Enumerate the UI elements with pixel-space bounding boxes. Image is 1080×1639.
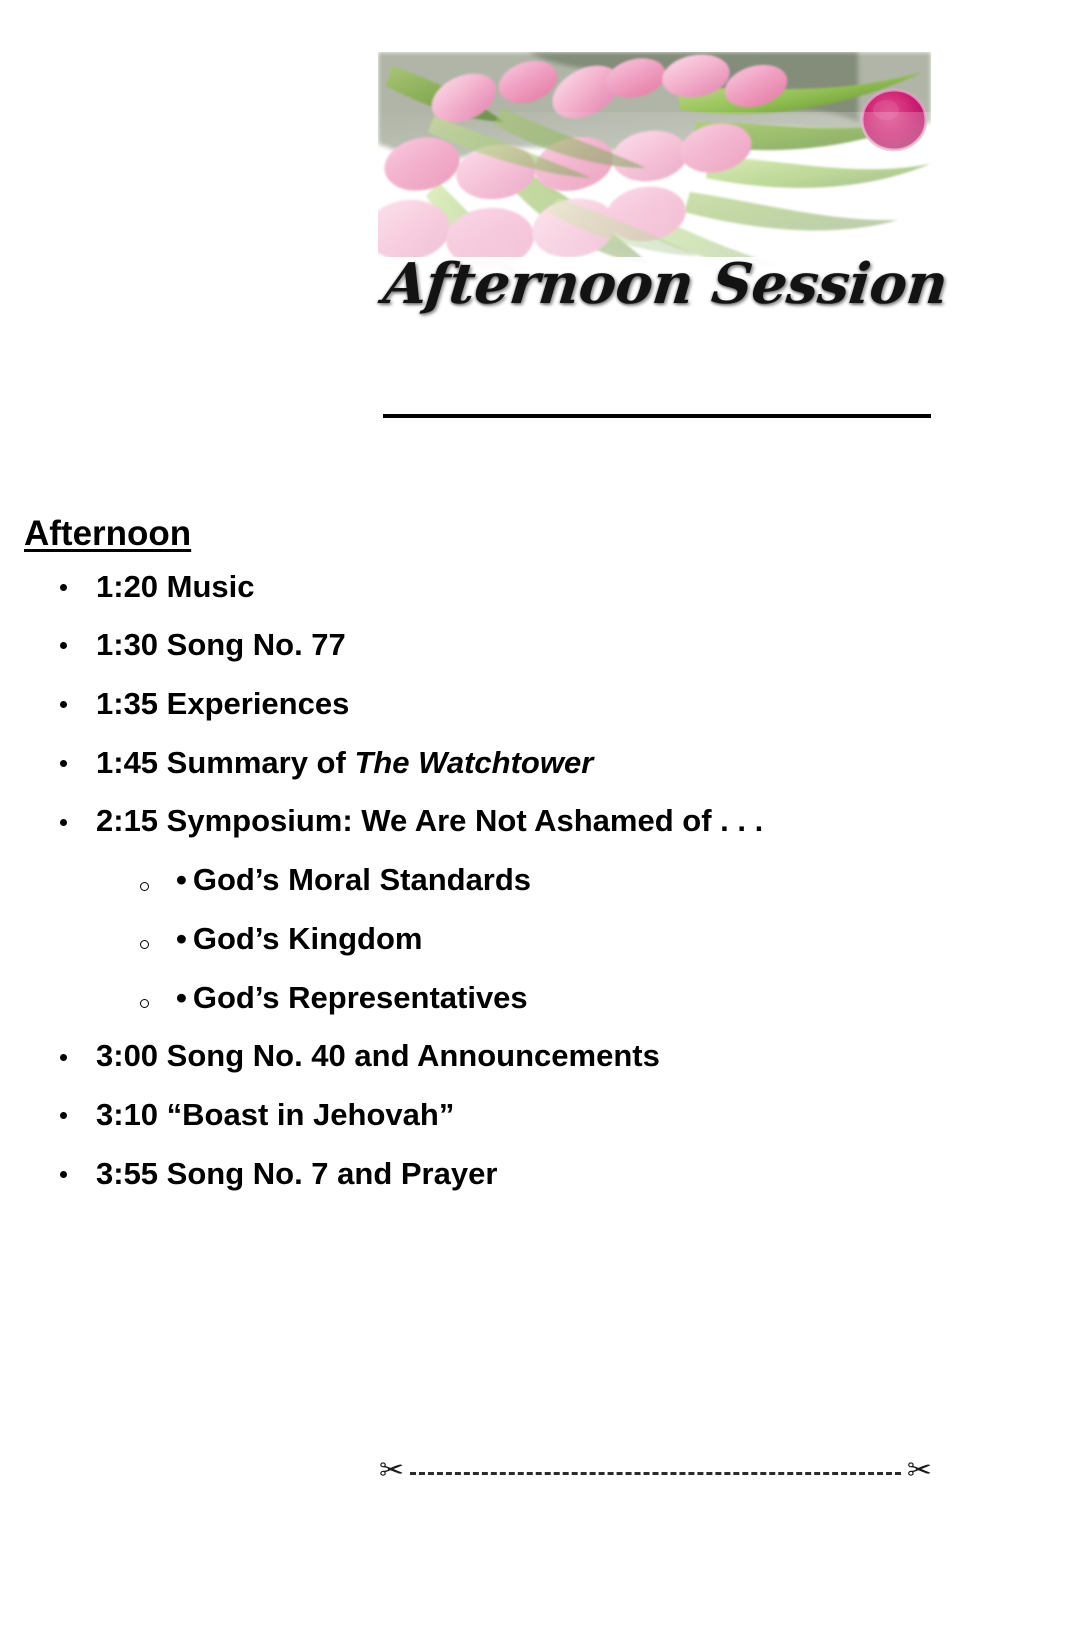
schedule-item: 3:00 Song No. 40 and Announcements bbox=[0, 1038, 1080, 1074]
bullet-dot-icon bbox=[60, 1170, 67, 1178]
schedule-item: 1:30 Song No. 77 bbox=[0, 627, 1080, 663]
scissors-icon: ✂ bbox=[379, 1453, 405, 1488]
symposium-sublist: • God’s Moral Standards • God’s Kingdom • G… bbox=[96, 862, 1080, 1016]
schedule-item: 1:20 Music bbox=[0, 568, 1080, 605]
bullet-dot-icon bbox=[60, 1053, 67, 1061]
bullet-dot-icon bbox=[60, 583, 67, 591]
publication-title: The Watchtower bbox=[354, 744, 594, 780]
schedule-item-label: 1:35 Experiences bbox=[96, 685, 350, 721]
bullet-circle-icon bbox=[140, 999, 149, 1009]
inner-bullet-icon: • bbox=[176, 920, 187, 956]
schedule-item-label: 1:20 Music bbox=[96, 568, 255, 604]
section-heading-afternoon: Afternoon bbox=[24, 514, 192, 553]
dashed-cut-rule bbox=[410, 1471, 901, 1475]
symposium-part: • God’s Moral Standards bbox=[96, 862, 1080, 898]
session-title: Afternoon Session bbox=[380, 251, 951, 317]
schedule-section: Afternoon 1:20 Music 1:30 Song No. 77 1:… bbox=[0, 514, 1080, 1215]
header-divider-rule bbox=[383, 414, 931, 418]
symposium-part: • God’s Representatives bbox=[96, 979, 1080, 1016]
schedule-item-label: 3:10 “Boast in Jehovah” bbox=[96, 1096, 455, 1132]
inner-bullet-icon: • bbox=[176, 979, 187, 1015]
bullet-dot-icon bbox=[60, 759, 67, 767]
schedule-item: 1:45 Summary of The Watchtower bbox=[0, 744, 1080, 781]
symposium-part-label: God’s Kingdom bbox=[192, 920, 423, 956]
symposium-part-label: God’s Representatives bbox=[192, 979, 528, 1015]
schedule-item-label: 1:30 Song No. 77 bbox=[96, 627, 346, 663]
schedule-list: 1:20 Music 1:30 Song No. 77 1:35 Experie… bbox=[0, 568, 1080, 1192]
header-banner: Afternoon Session bbox=[378, 52, 951, 367]
schedule-item-label: 3:00 Song No. 40 and Announcements bbox=[96, 1038, 660, 1074]
schedule-item-label: 3:55 Song No. 7 and Prayer bbox=[96, 1155, 498, 1191]
bullet-circle-icon bbox=[140, 940, 149, 950]
cut-here-footer: ✂ ✂ bbox=[379, 1448, 932, 1494]
scissors-icon: ✂ bbox=[906, 1453, 932, 1488]
schedule-item-label: 1:45 Summary of bbox=[96, 744, 355, 780]
schedule-item-symposium: 2:15 Symposium: We Are Not Ashamed of . … bbox=[0, 804, 1080, 1015]
symposium-part-label: God’s Moral Standards bbox=[192, 862, 532, 898]
schedule-item: 3:55 Song No. 7 and Prayer bbox=[0, 1155, 1080, 1192]
schedule-item: 1:35 Experiences bbox=[0, 685, 1080, 722]
bullet-dot-icon bbox=[60, 642, 67, 650]
inner-bullet-icon: • bbox=[176, 862, 187, 898]
schedule-item: 3:10 “Boast in Jehovah” bbox=[0, 1096, 1080, 1133]
bullet-dot-icon bbox=[60, 818, 67, 826]
symposium-part: • God’s Kingdom bbox=[96, 920, 1080, 957]
bullet-circle-icon bbox=[140, 881, 149, 891]
schedule-item-label: 2:15 Symposium: We Are Not Ashamed of . … bbox=[96, 803, 764, 839]
bullet-dot-icon bbox=[60, 1112, 67, 1120]
bullet-dot-icon bbox=[60, 701, 67, 709]
